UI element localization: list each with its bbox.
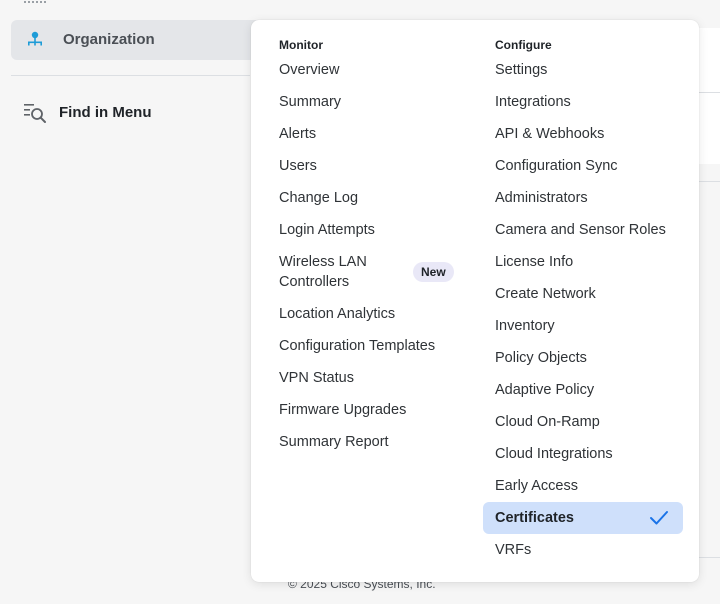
menu-item-login-attempts[interactable]: Login Attempts — [279, 220, 375, 240]
menu-item-camera-sensor-roles[interactable]: Camera and Sensor Roles — [495, 220, 666, 240]
monitor-header: Monitor — [279, 38, 323, 52]
menu-item-summary[interactable]: Summary — [279, 92, 341, 112]
menu-item-vpn-status[interactable]: VPN Status — [279, 368, 354, 388]
new-badge: New — [413, 262, 454, 282]
organization-flyout-menu: Monitor Overview Summary Alerts Users Ch… — [251, 20, 699, 582]
menu-item-location-analytics[interactable]: Location Analytics — [279, 304, 395, 324]
menu-item-cloud-on-ramp[interactable]: Cloud On-Ramp — [495, 412, 600, 432]
sidebar: Organization Find in Menu — [0, 0, 271, 604]
menu-item-settings[interactable]: Settings — [495, 60, 547, 80]
menu-item-administrators[interactable]: Administrators — [495, 188, 588, 208]
menu-item-license-info[interactable]: License Info — [495, 252, 573, 272]
menu-item-early-access[interactable]: Early Access — [495, 476, 578, 496]
menu-item-adaptive-policy[interactable]: Adaptive Policy — [495, 380, 594, 400]
organization-icon — [25, 30, 45, 50]
menu-item-summary-report[interactable]: Summary Report — [279, 432, 389, 452]
sidebar-item-label: Organization — [63, 31, 155, 48]
menu-item-api-webhooks[interactable]: API & Webhooks — [495, 124, 604, 144]
menu-item-overview[interactable]: Overview — [279, 60, 339, 80]
menu-item-create-network[interactable]: Create Network — [495, 284, 596, 304]
menu-item-wireless-lan-controllers[interactable]: Wireless LAN Controllers — [279, 252, 389, 292]
sidebar-item-find-in-menu[interactable]: Find in Menu — [11, 96, 250, 132]
menu-item-policy-objects[interactable]: Policy Objects — [495, 348, 587, 368]
sidebar-item-label: Find in Menu — [59, 104, 152, 121]
menu-item-certificates[interactable]: Certificates — [495, 508, 574, 528]
sidebar-item-organization[interactable]: Organization — [11, 20, 271, 60]
menu-item-cloud-integrations[interactable]: Cloud Integrations — [495, 444, 613, 464]
configure-header: Configure — [495, 38, 552, 52]
menu-item-configuration-templates[interactable]: Configuration Templates — [279, 336, 435, 356]
menu-item-integrations[interactable]: Integrations — [495, 92, 571, 112]
check-icon — [649, 509, 669, 527]
menu-item-alerts[interactable]: Alerts — [279, 124, 316, 144]
find-in-menu-icon — [23, 102, 47, 124]
menu-item-users[interactable]: Users — [279, 156, 317, 176]
menu-item-change-log[interactable]: Change Log — [279, 188, 358, 208]
sidebar-divider — [11, 75, 250, 76]
menu-item-vrfs[interactable]: VRFs — [495, 540, 531, 560]
menu-item-firmware-upgrades[interactable]: Firmware Upgrades — [279, 400, 406, 420]
sidebar-item-partial — [24, 0, 46, 3]
menu-item-inventory[interactable]: Inventory — [495, 316, 555, 336]
menu-item-configuration-sync[interactable]: Configuration Sync — [495, 156, 618, 176]
